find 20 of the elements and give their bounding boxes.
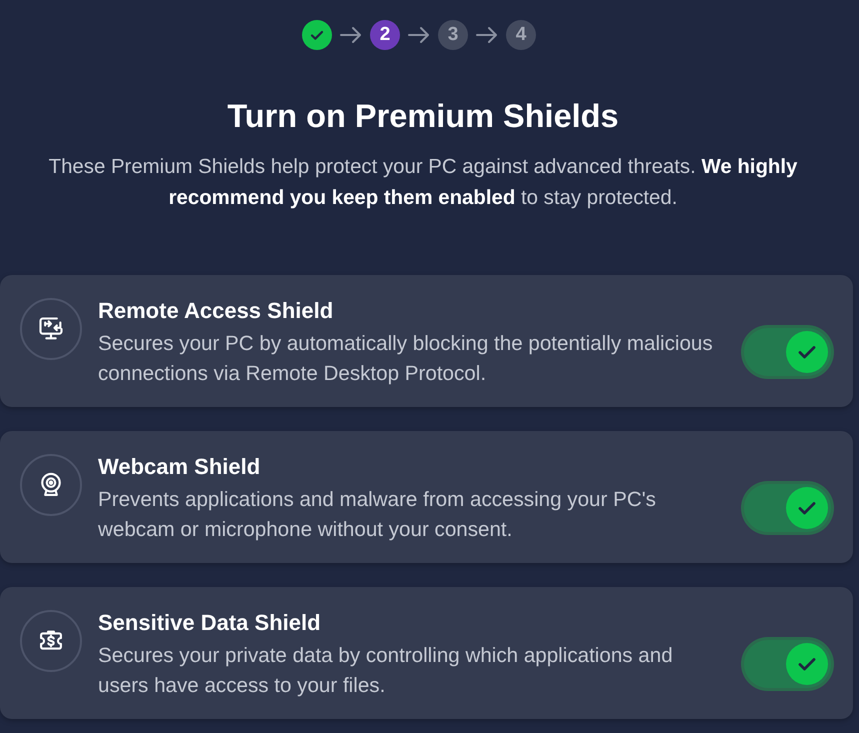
step-number: 2 xyxy=(370,20,400,50)
toggle-switch[interactable] xyxy=(744,640,831,688)
step-number: 4 xyxy=(506,20,536,50)
toggle-switch[interactable] xyxy=(744,484,831,532)
check-icon xyxy=(786,643,828,685)
shield-title: Webcam Shield xyxy=(98,453,262,481)
arrow-icon xyxy=(340,26,362,44)
shield-description: Secures your private data by controlling which applications and users have access to your files. xyxy=(98,643,674,699)
arrow-icon xyxy=(408,26,430,44)
page-description: These Premium Shields help protect your PC against advanced threats. We highly recommend you keep them enabled to stay protected. xyxy=(48,155,798,211)
toggle-switch[interactable] xyxy=(744,328,831,376)
check-icon xyxy=(786,331,828,373)
check-icon xyxy=(786,487,828,529)
shield-description: Prevents applications and malware from accessing your PC's webcam or microphone without your consent. xyxy=(98,487,657,543)
page-title: Turn on Premium Shields xyxy=(227,97,619,136)
shield-title: Sensitive Data Shield xyxy=(98,609,322,637)
arrow-icon xyxy=(476,26,498,44)
shield-title: Remote Access Shield xyxy=(98,297,334,325)
shield-description: Secures your PC by automatically blocking the potentially malicious connections via Remote Desktop Protocol. xyxy=(98,331,714,387)
step-number: 3 xyxy=(438,20,468,50)
